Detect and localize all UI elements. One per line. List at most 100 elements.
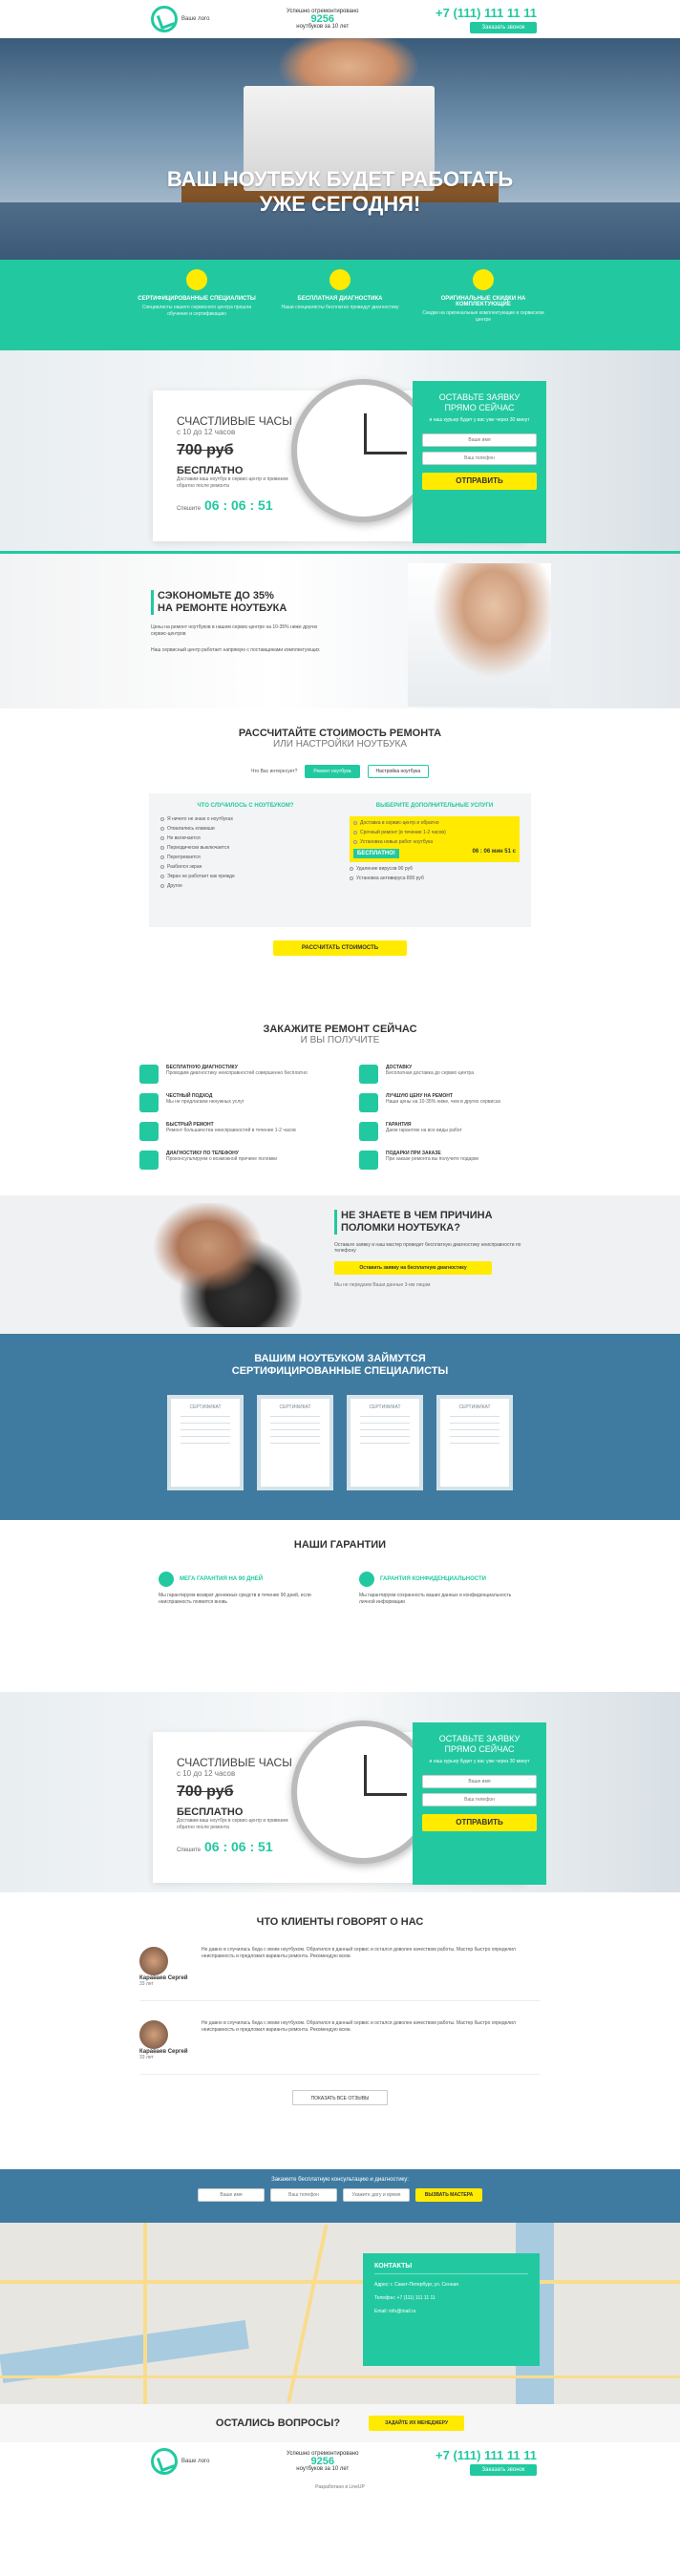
- free-diagnosis-button[interactable]: Оставить заявку на бесплатную диагностик…: [334, 1261, 492, 1275]
- guarantee-title: МЕГА ГАРАНТИЯ НА 90 ДНЕЙ: [180, 1576, 264, 1582]
- checkbox-icon[interactable]: [353, 831, 357, 834]
- benefit-item: БЫСТРЫЙ РЕМОНТ Ремонт большинства неиспра…: [139, 1122, 321, 1141]
- phone-input[interactable]: [422, 452, 537, 465]
- service-option[interactable]: Установка новых работ ноутбука: [353, 839, 516, 845]
- contact-email[interactable]: Email: info@mail.ru: [374, 2309, 528, 2314]
- certificate-label: СЕРТИФИКАТ: [458, 1404, 491, 1410]
- problem-option[interactable]: Разбился экран: [160, 864, 330, 870]
- save-title-line2: НА РЕМОНТЕ НОУТБУКА: [158, 602, 287, 614]
- header-phone[interactable]: +7 (111) 111 11 11: [436, 6, 537, 20]
- radio-icon[interactable]: [160, 827, 164, 831]
- service-option[interactable]: Доставка в сервис-центр и обратно: [353, 820, 516, 826]
- radio-icon[interactable]: [160, 836, 164, 840]
- footer-phone[interactable]: +7 (111) 111 11 11: [436, 2448, 537, 2462]
- ask-manager-button[interactable]: ЗАДАЙТЕ ИХ МЕНЕДЖЕРУ: [369, 2416, 465, 2431]
- consult-phone-input[interactable]: [270, 2188, 337, 2202]
- footer-callback-button[interactable]: Заказать звонок: [469, 2463, 537, 2476]
- service-option[interactable]: Срочный ремонт (в течение 1-2 часов): [353, 830, 516, 835]
- certificate-card[interactable]: СЕРТИФИКАТ: [257, 1395, 333, 1490]
- save-title: СЭКОНОМЬТЕ ДО 35% НА РЕМОНТЕ НОУТБУКА: [151, 590, 332, 615]
- happy-hours-time: с 10 до 12 часов: [177, 428, 236, 436]
- checkbox-icon[interactable]: [350, 876, 353, 880]
- happy-hours-card: СЧАСТЛИВЫЕ ЧАСЫ с 10 до 12 часов 700 руб…: [153, 379, 546, 543]
- checkbox-icon[interactable]: [353, 821, 357, 825]
- hero-title: ВАШ НОУТБУК БУДЕТ РАБОТАТЬ УЖЕ СЕГОДНЯ!: [0, 167, 680, 217]
- guarantee-item: МЕГА ГАРАНТИЯ НА 90 ДНЕЙ Мы гарантируем …: [159, 1572, 321, 1606]
- benefits-grid: БЕСПЛАТНУЮ ДИАГНОСТИКУ Проводим диагности…: [139, 1065, 541, 1170]
- service-option[interactable]: Установка антивируса 800 руб: [350, 876, 520, 881]
- benefit-desc: При заказе ремонта вы получите подарки: [386, 1156, 479, 1162]
- contact-phone[interactable]: Телефон: +7 (111) 111 11 11: [374, 2295, 528, 2301]
- certificate-card[interactable]: СЕРТИФИКАТ: [167, 1395, 244, 1490]
- submit-button[interactable]: ОТПРАВИТЬ: [422, 473, 537, 490]
- save-section: СЭКОНОМЬТЕ ДО 35% НА РЕМОНТЕ НОУТБУКА Цен…: [0, 551, 680, 708]
- repair-counter: Успешно отремонтировано 9256 ноутбуков з…: [287, 8, 358, 31]
- calculator-section: РАССЧИТАЙТЕ СТОИМОСТЬ РЕМОНТА ИЛИ НАСТРО…: [0, 708, 680, 1004]
- problem-option[interactable]: Не включается: [160, 835, 330, 841]
- call-master-button[interactable]: ВЫЗВАТЬ МАСТЕРА: [415, 2188, 482, 2202]
- problem-option[interactable]: Другое: [160, 883, 330, 889]
- radio-icon[interactable]: [160, 875, 164, 878]
- certificate-card[interactable]: СЕРТИФИКАТ: [347, 1395, 423, 1490]
- old-price: 700 руб: [177, 442, 234, 458]
- doctor-image: [408, 563, 551, 707]
- radio-icon[interactable]: [160, 884, 164, 888]
- request-form: ОСТАВЬТЕ ЗАЯВКУ ПРЯМО СЕЙЧАС и наш курье…: [413, 381, 546, 543]
- specialist-icon: [186, 269, 207, 290]
- submit-button[interactable]: ОТПРАВИТЬ: [422, 1814, 537, 1831]
- problem-option[interactable]: Я ничего не знаю о ноутбуках: [160, 816, 330, 822]
- certificate-card[interactable]: СЕРТИФИКАТ: [436, 1395, 513, 1490]
- diagnostic-icon: [329, 269, 351, 290]
- calculate-button[interactable]: РАССЧИТАТЬ СТОИМОСТЬ: [273, 940, 407, 956]
- consult-date-input[interactable]: [343, 2188, 410, 2202]
- calc-box: ЧТО СЛУЧИЛОСЬ С НОУТБУКОМ? Я ничего не з…: [149, 793, 531, 927]
- radio-icon[interactable]: [160, 817, 164, 821]
- radio-icon[interactable]: [160, 855, 164, 859]
- checkbox-icon[interactable]: [350, 867, 353, 871]
- feature-item: СЕРТИФИЦИРОВАННЫЕ СПЕЦИАЛИСТЫ Специалист…: [135, 269, 259, 350]
- callback-button[interactable]: Заказать звонок: [469, 21, 537, 33]
- lock-icon: [359, 1572, 374, 1587]
- certificate-label: СЕРТИФИКАТ: [369, 1404, 401, 1410]
- save-text: Цены на ремонт ноутбуков в нашем сервис-…: [151, 624, 318, 637]
- diagnosis-section: НЕ ЗНАЕТЕ В ЧЕМ ПРИЧИНА ПОЛОМКИ НОУТБУКА?…: [0, 1195, 680, 1334]
- show-all-reviews-button[interactable]: ПОКАЗАТЬ ВСЕ ОТЗЫВЫ: [292, 2090, 388, 2105]
- phone-input[interactable]: [422, 1793, 537, 1806]
- map-road: [0, 2375, 680, 2378]
- problem-option[interactable]: Перегревается: [160, 855, 330, 860]
- logo-icon: [151, 2448, 178, 2475]
- radio-icon[interactable]: [160, 846, 164, 850]
- logo[interactable]: Ваше лого: [151, 6, 209, 32]
- save-text: Наш сервисный центр работает напрямую с …: [151, 647, 320, 653]
- radio-icon[interactable]: [160, 865, 164, 869]
- timer-label: Спешите: [177, 1848, 202, 1853]
- consult-name-input[interactable]: [198, 2188, 265, 2202]
- problem-option[interactable]: Экран не работает как прежде: [160, 874, 330, 879]
- services-column: ВЫБЕРИТЕ ДОПОЛНИТЕЛЬНЫЕ УСЛУГИ Доставка …: [350, 803, 520, 918]
- gift-icon: [359, 1151, 378, 1170]
- checkbox-icon[interactable]: [353, 840, 357, 844]
- certs-title: ВАШИМ НОУТБУКОМ ЗАЙМУТСЯ СЕРТИФИЦИРОВАННЫ…: [0, 1353, 680, 1378]
- map-section[interactable]: КОНТАКТЫ Адрес: г. Санкт-Петербург, ул. …: [0, 2223, 680, 2404]
- footer-logo[interactable]: Ваше лого: [151, 2448, 209, 2475]
- avatar: [139, 1947, 168, 1975]
- happy-hours-section-2: СЧАСТЛИВЫЕ ЧАСЫ с 10 до 12 часов 700 руб…: [0, 1692, 680, 1892]
- name-input[interactable]: [422, 1775, 537, 1788]
- happy-hours-title: СЧАСТЛИВЫЕ ЧАСЫ: [177, 1756, 292, 1769]
- privacy-note: Мы не передаем Ваши данные 3-им лицам: [334, 1282, 431, 1288]
- service-option[interactable]: Удаление вирусов 90 руб: [350, 866, 520, 872]
- problem-option[interactable]: Периодически выключается: [160, 845, 330, 851]
- certificates-row: СЕРТИФИКАТ СЕРТИФИКАТ СЕРТИФИКАТ СЕРТИФИ…: [0, 1395, 680, 1490]
- tab-repair[interactable]: Ремонт ноутбука: [305, 765, 360, 778]
- logo-icon: [151, 6, 178, 32]
- diagnostic-icon: [139, 1065, 159, 1084]
- hero-title-line1: ВАШ НОУТБУК БУДЕТ РАБОТАТЬ: [166, 167, 514, 191]
- problem-option[interactable]: Отвалились клавиши: [160, 826, 330, 832]
- reviewer-age: 33 лет: [139, 2055, 154, 2060]
- happy-hours-card: СЧАСТЛИВЫЕ ЧАСЫ с 10 до 12 часов 700 руб…: [153, 1721, 546, 1885]
- shield-icon: [159, 1572, 174, 1587]
- benefit-desc: Проводим диагностику неисправностей сове…: [166, 1070, 308, 1076]
- tab-setup[interactable]: Настройка ноутбука: [367, 765, 430, 778]
- name-input[interactable]: [422, 433, 537, 447]
- services-heading: ВЫБЕРИТЕ ДОПОЛНИТЕЛЬНЫЕ УСЛУГИ: [375, 803, 494, 809]
